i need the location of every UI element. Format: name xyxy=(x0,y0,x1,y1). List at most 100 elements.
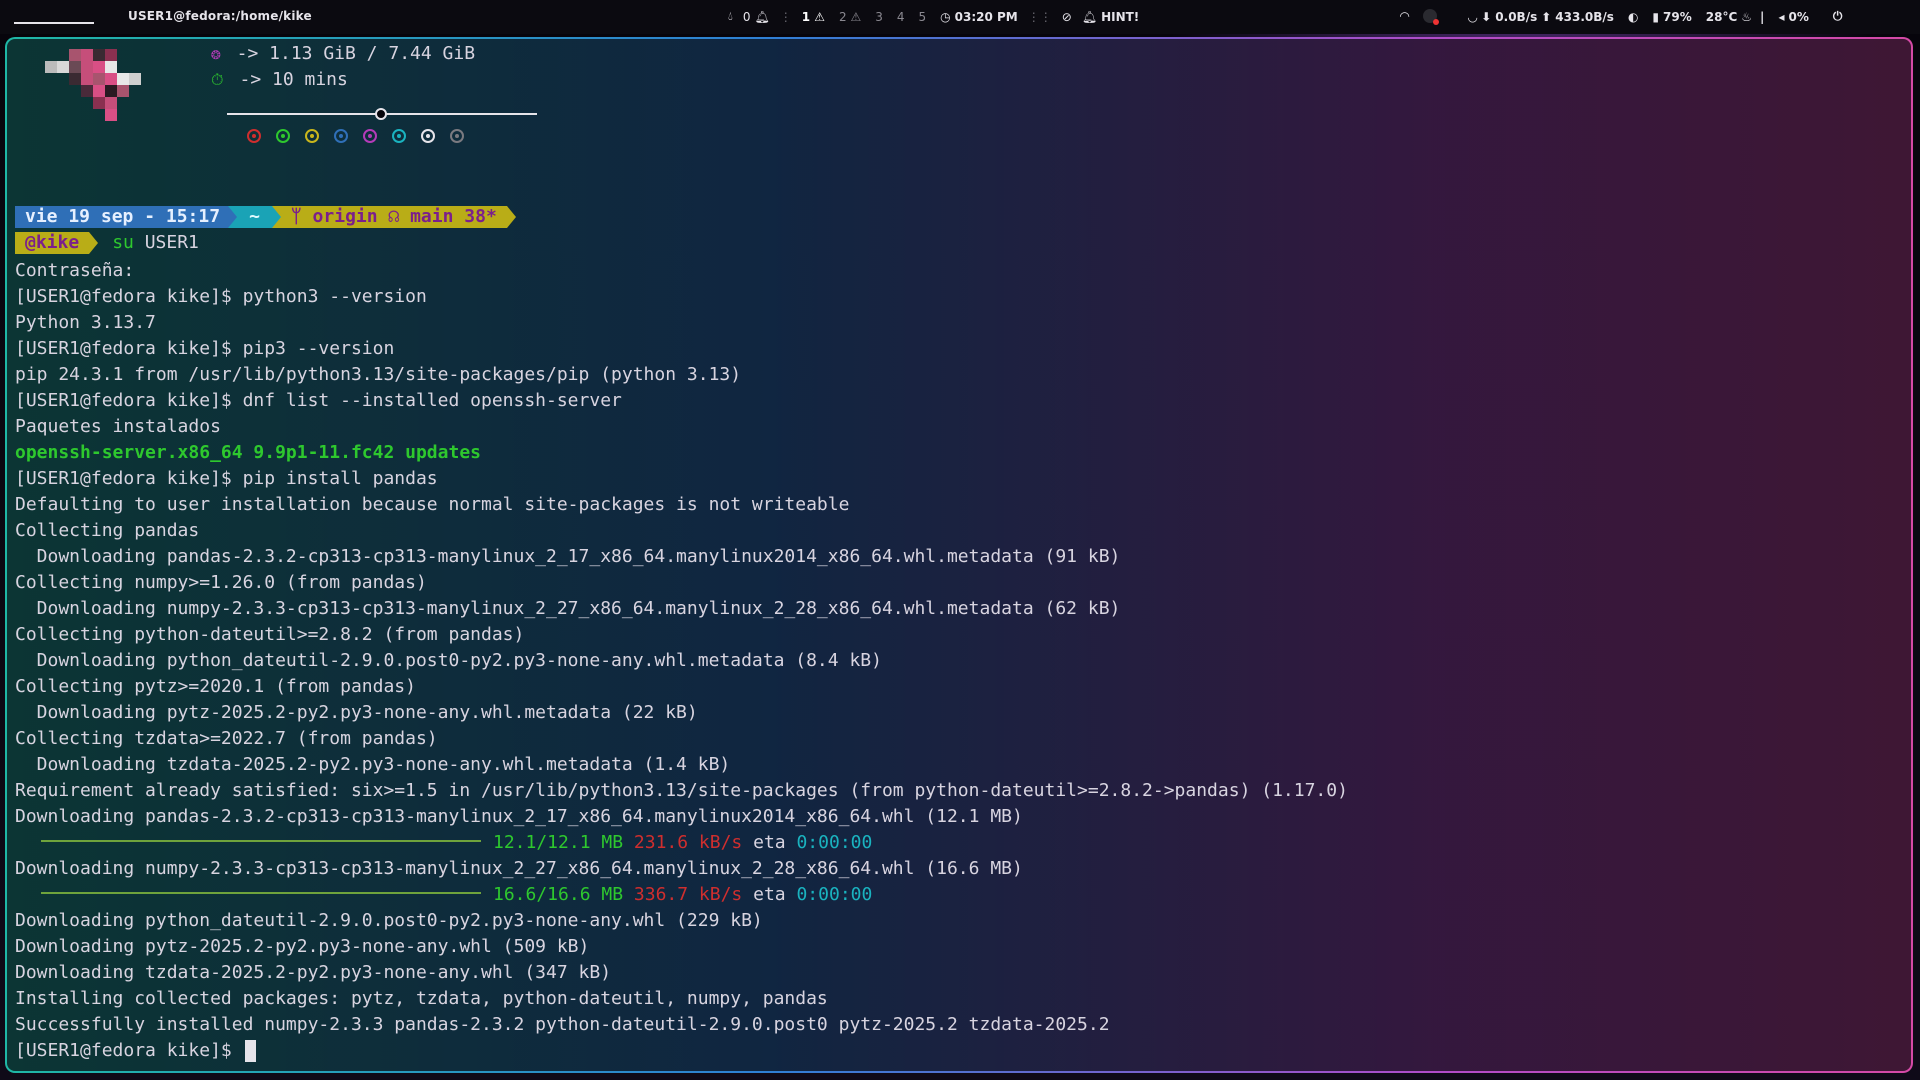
terminal-line: Collecting tzdata>=2022.7 (from pandas) xyxy=(15,728,438,749)
prompt-user: @kike xyxy=(15,232,90,254)
net-up-value: 433.0B/s xyxy=(1555,9,1614,24)
progress-line: 16.6/16.6 MB 336.7 kB/s eta 0:00:00 xyxy=(15,882,1348,908)
brightness-icon[interactable]: ◐ xyxy=(1628,10,1638,24)
prompt-user-line: @kike su USER1 xyxy=(15,232,199,254)
powerline-arrow xyxy=(506,206,516,228)
terminal-line: Downloading tzdata-2025.2-py2.py3-none-a… xyxy=(15,754,731,775)
terminal-line: [USER1@fedora kike]$ python3 --version xyxy=(15,286,427,307)
progress-eta-label: eta xyxy=(753,832,786,853)
slider-knob xyxy=(375,108,387,120)
progress-speed: 336.7 kB/s xyxy=(633,884,743,905)
progress-eta: 0:00:00 xyxy=(796,884,873,905)
notification-count: 0 xyxy=(742,9,751,24)
progress-eta: 0:00:00 xyxy=(796,832,873,853)
notification-indicator[interactable]: 0 🔔︎ xyxy=(743,10,770,24)
pixel-logo xyxy=(45,49,141,121)
terminal-line: [USER1@fedora kike]$ pip install pandas xyxy=(15,468,438,489)
terminal-line: [USER1@fedora kike]$ pip3 --version xyxy=(15,338,395,359)
workspace-1[interactable]: 1 ⚠ xyxy=(802,10,825,24)
terminal-line: Successfully installed numpy-2.3.3 panda… xyxy=(15,1014,1110,1035)
uptime-value: -> 10 mins xyxy=(239,69,348,90)
workspace-indicator-line xyxy=(14,22,94,24)
terminal-line: Downloading tzdata-2025.2-py2.py3-none-a… xyxy=(15,962,612,983)
record-indicator-icon[interactable] xyxy=(1423,9,1440,25)
terminal-line: openssh-server.x86_64 9.9p1-11.fc42 upda… xyxy=(15,442,481,463)
upload-icon: ⬆ xyxy=(1541,9,1552,24)
progress-bar xyxy=(41,840,481,842)
color-swatch-3 xyxy=(305,129,319,143)
terminal-line: Paquetes instalados xyxy=(15,416,221,437)
temperature-value: 28°C xyxy=(1705,9,1738,24)
warning-icon: ⚠ xyxy=(850,9,862,24)
prompt-powerline: vie 19 sep - 15:17 ~ ᛘ origin ☊ main 38* xyxy=(15,206,516,228)
powerline-arrow xyxy=(89,232,99,254)
warning-icon: ⚠ xyxy=(814,9,825,24)
terminal-line: Downloading numpy-2.3.3-cp313-cp313-many… xyxy=(15,858,1023,879)
drop-icon[interactable]: 💧︎ xyxy=(728,9,733,24)
power-icon: ⏻ xyxy=(1832,9,1843,23)
text-cursor xyxy=(244,1040,256,1062)
download-icon: ⬇ xyxy=(1481,9,1492,24)
right-status-group: ◠ xyxy=(1400,9,1451,25)
speaker-icon: ◂ xyxy=(1778,9,1785,24)
color-swatch-6 xyxy=(392,129,406,143)
terminal-line: Installing collected packages: pytz, tzd… xyxy=(15,988,828,1009)
terminal-line: Requirement already satisfied: six>=1.5 … xyxy=(15,780,1348,801)
color-swatch-5 xyxy=(363,129,377,143)
workspace-4[interactable]: 4 xyxy=(897,10,905,24)
terminal-line: Collecting pandas xyxy=(15,520,200,541)
terminal-prompt-line[interactable]: [USER1@fedora kike]$ xyxy=(15,1038,1348,1064)
terminal-line: Downloading pytz-2025.2-py2.py3-none-any… xyxy=(15,936,590,957)
bell-icon: 🔔︎ xyxy=(1081,9,1098,24)
battery[interactable]: ▮ 79% xyxy=(1652,10,1691,24)
progress-eta-label: eta xyxy=(753,884,786,905)
wifi-icon[interactable]: ◠ xyxy=(1400,9,1409,23)
memory-value: -> 1.13 GiB / 7.44 GiB xyxy=(236,43,476,64)
color-swatch-7 xyxy=(421,129,435,143)
terminal-line: Downloading python_dateutil-2.9.0.post0-… xyxy=(15,650,882,671)
progress-size: 12.1/12.1 MB xyxy=(493,832,624,853)
color-swatch-4 xyxy=(334,129,348,143)
wifi-icon: ◡ xyxy=(1468,9,1478,24)
window-title: USER1@fedora:/home/kike xyxy=(128,9,312,23)
terminal-line: Contraseña: xyxy=(15,260,135,281)
terminal-line: Defaulting to user installation because … xyxy=(15,494,850,515)
terminal-line: Collecting python-dateutil>=2.8.2 (from … xyxy=(15,624,525,645)
temperature[interactable]: 28°C ♨ | xyxy=(1706,10,1765,24)
separator: | xyxy=(1760,9,1765,24)
terminal-line: Downloading pytz-2025.2-py2.py3-none-any… xyxy=(15,702,698,723)
terminal-output: Contraseña: [USER1@fedora kike]$ python3 … xyxy=(15,258,1348,1064)
flame-icon: ♨ xyxy=(1741,9,1753,24)
workspace-3[interactable]: 3 xyxy=(875,10,883,24)
net-down-value: 0.0B/s xyxy=(1495,9,1538,24)
hint-button[interactable]: 🔔︎ HINT! xyxy=(1082,10,1139,24)
eye-off-icon[interactable]: ⊘ xyxy=(1062,10,1072,24)
clock[interactable]: ◷ 03:20 PM xyxy=(940,10,1018,24)
color-swatch-8 xyxy=(450,129,464,143)
powerline-arrow xyxy=(271,206,281,228)
progress-bar xyxy=(41,892,481,894)
network-speed[interactable]: ◡ ⬇ 0.0B/s ⬆ 433.0B/s xyxy=(1468,10,1614,24)
terminal-window[interactable]: ❂ -> 1.13 GiB / 7.44 GiB ⏱ -> 10 mins vi… xyxy=(5,37,1913,1073)
terminal-line: Python 3.13.7 xyxy=(15,312,156,333)
system-fetch: ❂ -> 1.13 GiB / 7.44 GiB ⏱ -> 10 mins xyxy=(7,39,707,209)
battery-icon: ▮ xyxy=(1652,9,1660,24)
divider-slider xyxy=(227,108,537,120)
prompt-text: [USER1@fedora kike]$ xyxy=(15,1040,243,1061)
battery-value: 79% xyxy=(1663,9,1692,24)
volume[interactable]: ◂ 0% xyxy=(1778,10,1808,24)
power-button[interactable]: ⏻ xyxy=(1833,9,1843,24)
progress-size: 16.6/16.6 MB xyxy=(493,884,624,905)
hint-label: HINT! xyxy=(1101,9,1140,24)
clock-time: 03:20 PM xyxy=(954,9,1018,24)
workspace-5[interactable]: 5 xyxy=(919,10,927,24)
terminal-line: Downloading pandas-2.3.2-cp313-cp313-man… xyxy=(15,546,1121,567)
bell-icon: 🔔︎ xyxy=(754,9,770,24)
color-swatch-2 xyxy=(276,129,290,143)
prompt-date: vie 19 sep - 15:17 xyxy=(15,206,229,228)
terminal-line: [USER1@fedora kike]$ dnf list --installe… xyxy=(15,390,622,411)
color-swatch-1 xyxy=(247,129,261,143)
center-status-group: 💧︎ 0 🔔︎ ⋮ 1 ⚠ 2 ⚠ 3 4 5 ◷ 03:20 PM ⋮⋮ ⊘ … xyxy=(728,9,1149,24)
workspace-2[interactable]: 2 ⚠ xyxy=(839,10,861,24)
terminal-line: Downloading pandas-2.3.2-cp313-cp313-man… xyxy=(15,806,1023,827)
